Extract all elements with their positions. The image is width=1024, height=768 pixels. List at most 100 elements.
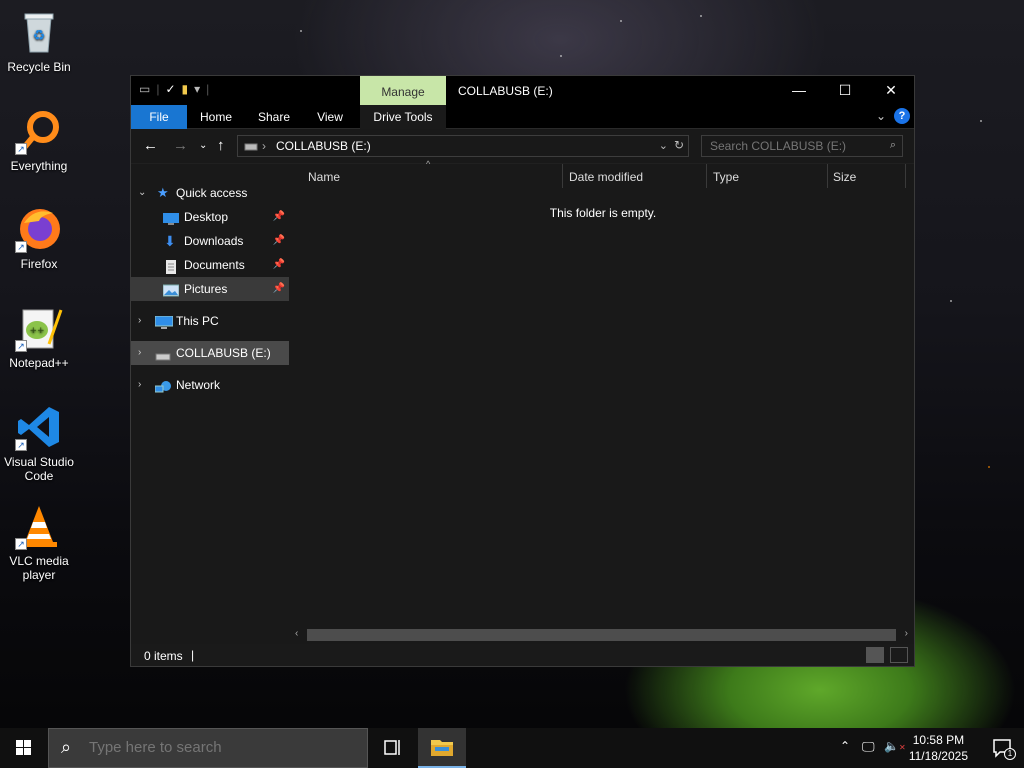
- svg-text:++: ++: [29, 326, 44, 336]
- desktop-icon-label: Notepad++: [9, 356, 69, 370]
- address-row: ← → ⌄ ↑ › COLLABUSB (E:) ⌄ ↻ ⌕: [131, 129, 914, 163]
- desktop-icon-everything[interactable]: ↗ Everything: [1, 107, 77, 173]
- desktop-icon-label: Firefox: [20, 257, 58, 271]
- tab-share[interactable]: Share: [249, 105, 299, 129]
- nav-collabusb-drive[interactable]: › COLLABUSB (E:): [131, 341, 289, 365]
- file-explorer-taskbar-button[interactable]: [418, 728, 466, 768]
- close-icon[interactable]: ✕: [868, 76, 914, 105]
- minimize-icon[interactable]: —: [776, 76, 822, 105]
- details-view-icon[interactable]: [866, 647, 884, 663]
- shortcut-arrow-icon: ↗: [15, 340, 27, 352]
- tab-file[interactable]: File: [131, 105, 187, 129]
- up-arrow-icon[interactable]: ↑: [217, 137, 225, 154]
- clock-date: 11/18/2025: [908, 749, 968, 763]
- pin-icon[interactable]: 📌: [273, 229, 285, 253]
- expand-ribbon-icon[interactable]: ⌄: [876, 109, 886, 123]
- address-path[interactable]: COLLABUSB (E:): [276, 139, 371, 153]
- windows-logo-icon: [16, 740, 31, 755]
- horizontal-scrollbar[interactable]: ‹ ›: [289, 626, 914, 644]
- search-input[interactable]: [702, 136, 872, 156]
- empty-folder-message: This folder is empty.: [549, 206, 657, 220]
- taskbar-search-input[interactable]: [89, 739, 349, 756]
- recycle-bin-icon: ♻: [15, 8, 63, 56]
- window-title: COLLABUSB (E:): [458, 84, 553, 98]
- scrollbar-thumb[interactable]: [307, 629, 896, 641]
- nav-network[interactable]: › Network: [131, 373, 289, 397]
- nav-downloads[interactable]: ⬇ Downloads 📌: [131, 229, 289, 253]
- search-box[interactable]: ⌕: [701, 135, 903, 157]
- vscode-icon: ↗: [15, 403, 63, 451]
- desktop-icon-vlc[interactable]: ↗ VLC media player: [1, 502, 77, 582]
- scroll-right-icon[interactable]: ›: [905, 628, 908, 639]
- chevron-right-icon[interactable]: ›: [138, 373, 141, 397]
- nav-documents[interactable]: Documents 📌: [131, 253, 289, 277]
- chevron-down-icon[interactable]: ⌄: [138, 181, 146, 205]
- download-arrow-icon: ⬇: [164, 233, 176, 249]
- item-count: 0 items: [144, 649, 183, 663]
- nav-quick-access[interactable]: ⌄ ★ Quick access: [131, 181, 289, 205]
- search-icon: ⌕: [61, 737, 72, 757]
- forward-arrow-icon[interactable]: →: [173, 137, 188, 154]
- refresh-icon[interactable]: ↻: [674, 138, 684, 152]
- show-hidden-icons-icon[interactable]: ⌃: [840, 739, 850, 753]
- clock[interactable]: 10:58 PM 11/18/2025: [909, 732, 968, 764]
- desktop-icon-vscode[interactable]: ↗ Visual Studio Code: [1, 403, 77, 483]
- nav-desktop[interactable]: Desktop 📌: [131, 205, 289, 229]
- address-dropdown-icon[interactable]: ⌄: [659, 139, 668, 152]
- pin-icon[interactable]: 📌: [273, 205, 285, 229]
- caption-buttons: — ☐ ✕: [776, 76, 914, 105]
- volume-muted-icon[interactable]: 🔈✕: [884, 739, 906, 753]
- column-name[interactable]: Name: [308, 170, 340, 184]
- star-icon: ★: [157, 185, 169, 200]
- pin-icon[interactable]: 📌: [273, 253, 285, 277]
- status-bar: 0 items |: [131, 644, 914, 666]
- taskbar-search[interactable]: ⌕: [48, 728, 368, 768]
- desktop-icon-recycle-bin[interactable]: ♻ Recycle Bin: [1, 8, 77, 74]
- file-list-pane[interactable]: ^ Name Date modified Type Size This fold…: [289, 159, 914, 644]
- chevron-right-icon[interactable]: ›: [138, 309, 141, 333]
- vlc-icon: ↗: [15, 502, 63, 550]
- navigation-pane: ⌄ ★ Quick access Desktop 📌 ⬇ Downloads 📌: [131, 164, 289, 644]
- taskbar: ⌕ ⌃ 🖵 🔈✕ 10:58 PM 11/18/2025 1: [0, 728, 1024, 768]
- properties-icon[interactable]: ✓: [165, 82, 175, 96]
- shortcut-arrow-icon: ↗: [15, 439, 27, 451]
- nav-this-pc[interactable]: › This PC: [131, 309, 289, 333]
- help-icon[interactable]: ?: [894, 108, 910, 124]
- column-date-modified[interactable]: Date modified: [569, 170, 643, 184]
- tab-drive-tools[interactable]: Drive Tools: [360, 105, 446, 129]
- desktop-icon-firefox[interactable]: ↗ Firefox: [1, 205, 77, 271]
- address-bar[interactable]: › COLLABUSB (E:) ⌄ ↻: [237, 135, 689, 157]
- large-icons-view-icon[interactable]: [890, 647, 908, 663]
- start-button[interactable]: [0, 728, 48, 768]
- network-status-icon[interactable]: 🖵: [862, 739, 875, 755]
- column-size[interactable]: Size: [833, 170, 856, 184]
- manage-contextual-tab[interactable]: Manage: [360, 76, 446, 105]
- task-view-button[interactable]: [368, 728, 416, 768]
- back-arrow-icon[interactable]: ←: [143, 137, 158, 154]
- title-bar[interactable]: ▭ | ✓ ▮ ▾ | Manage COLLABUSB (E:) — ☐ ✕: [131, 76, 914, 105]
- pictures-icon: [162, 282, 180, 297]
- document-icon: [164, 258, 180, 274]
- pin-icon[interactable]: 📌: [273, 277, 285, 301]
- shortcut-arrow-icon: ↗: [15, 143, 27, 155]
- recent-locations-icon[interactable]: ⌄: [199, 140, 207, 151]
- file-explorer-window: ▭ | ✓ ▮ ▾ | Manage COLLABUSB (E:) — ☐ ✕ …: [130, 75, 915, 667]
- computer-icon: [154, 314, 174, 329]
- network-icon: [154, 378, 171, 393]
- folder-icon: [431, 740, 453, 756]
- ribbon-tabs: File Home Share View Drive Tools ⌄ ?: [131, 105, 914, 129]
- customize-toolbar-icon[interactable]: ▾: [194, 82, 200, 96]
- tab-home[interactable]: Home: [191, 105, 241, 129]
- tab-view[interactable]: View: [306, 105, 354, 129]
- maximize-icon[interactable]: ☐: [822, 76, 868, 105]
- column-type[interactable]: Type: [713, 170, 739, 184]
- everything-search-icon: ↗: [15, 107, 63, 155]
- notepad-plus-plus-icon: ++ ↗: [15, 304, 63, 352]
- search-icon: ⌕: [889, 139, 896, 151]
- notification-center-icon[interactable]: 1: [992, 738, 1016, 760]
- chevron-right-icon[interactable]: ›: [138, 341, 141, 365]
- new-folder-icon[interactable]: ▮: [182, 82, 189, 96]
- nav-pictures[interactable]: Pictures 📌: [131, 277, 289, 301]
- desktop-icon-notepad-plus-plus[interactable]: ++ ↗ Notepad++: [1, 304, 77, 370]
- scroll-left-icon[interactable]: ‹: [295, 628, 298, 639]
